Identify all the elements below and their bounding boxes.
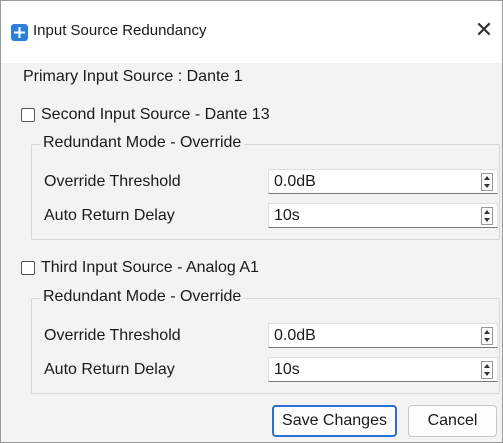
third-override-threshold-label: Override Threshold xyxy=(44,327,181,344)
spin-buttons xyxy=(481,173,493,191)
third-override-threshold-value[interactable]: 0.0dB xyxy=(274,327,316,345)
spin-buttons xyxy=(481,361,493,379)
second-input-source-row[interactable]: Second Input Source - Dante 13 xyxy=(21,105,270,125)
third-override-threshold-spinbox[interactable]: 0.0dB xyxy=(268,323,498,348)
spin-up-icon[interactable] xyxy=(482,328,492,336)
close-icon[interactable]: ✕ xyxy=(471,17,497,43)
window-title: Input Source Redundancy xyxy=(33,22,207,39)
spin-buttons xyxy=(481,207,493,225)
spin-down-icon[interactable] xyxy=(482,182,492,190)
save-changes-button[interactable]: Save Changes xyxy=(272,405,397,437)
spin-up-icon[interactable] xyxy=(482,174,492,182)
third-input-source-checkbox[interactable] xyxy=(21,261,35,275)
spin-up-icon[interactable] xyxy=(482,208,492,216)
input-source-redundancy-dialog: Input Source Redundancy ✕ Primary Input … xyxy=(0,0,503,443)
spin-down-icon[interactable] xyxy=(482,336,492,344)
third-group-title: Redundant Mode - Override xyxy=(40,288,245,306)
third-auto-return-delay-spinbox[interactable]: 10s xyxy=(268,357,498,382)
second-override-threshold-value[interactable]: 0.0dB xyxy=(274,173,316,191)
title-bar: Input Source Redundancy ✕ xyxy=(1,1,502,63)
spin-buttons xyxy=(481,327,493,345)
second-redundant-mode-group: Redundant Mode - Override Override Thres… xyxy=(31,134,500,240)
primary-input-source: Primary Input Source : Dante 1 xyxy=(23,68,243,85)
second-group-title: Redundant Mode - Override xyxy=(40,134,245,152)
second-input-source-label: Second Input Source - Dante 13 xyxy=(41,106,270,123)
spin-down-icon[interactable] xyxy=(482,370,492,378)
spin-down-icon[interactable] xyxy=(482,216,492,224)
cancel-button[interactable]: Cancel xyxy=(408,405,497,437)
second-override-threshold-label: Override Threshold xyxy=(44,173,181,190)
third-auto-return-delay-value[interactable]: 10s xyxy=(274,361,300,379)
third-redundant-mode-group: Redundant Mode - Override Override Thres… xyxy=(31,288,500,394)
app-icon xyxy=(11,24,28,41)
spin-up-icon[interactable] xyxy=(482,362,492,370)
third-auto-return-delay-label: Auto Return Delay xyxy=(44,361,175,378)
second-input-source-checkbox[interactable] xyxy=(21,108,35,122)
third-input-source-label: Third Input Source - Analog A1 xyxy=(41,259,259,276)
second-auto-return-delay-label: Auto Return Delay xyxy=(44,207,175,224)
second-auto-return-delay-value[interactable]: 10s xyxy=(274,207,300,225)
second-auto-return-delay-spinbox[interactable]: 10s xyxy=(268,203,498,228)
third-input-source-row[interactable]: Third Input Source - Analog A1 xyxy=(21,258,259,278)
second-override-threshold-spinbox[interactable]: 0.0dB xyxy=(268,169,498,194)
